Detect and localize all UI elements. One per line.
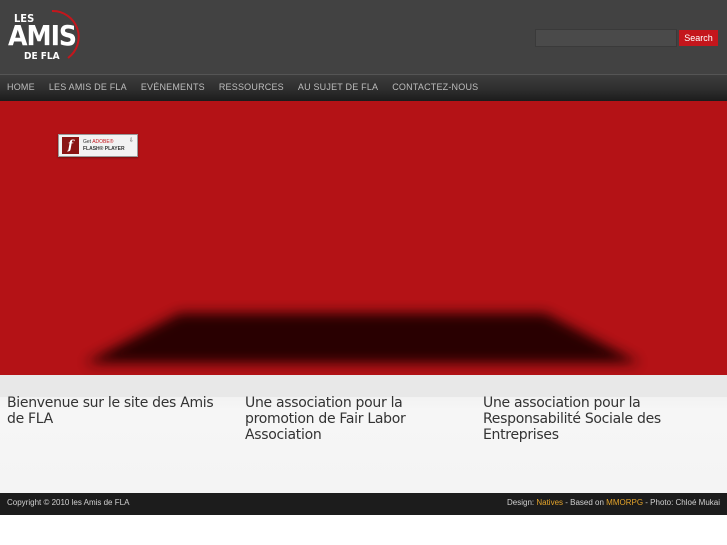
get-flash-player-badge[interactable]: f Get ADOBE® FLASH® PLAYER ⇩ [58, 134, 138, 157]
flash-badge-line1: Get ADOBE® [83, 139, 114, 145]
column-fair-labor: Une association pour la promotion de Fai… [245, 395, 406, 443]
footer-photo-credit: - Photo: Chloé Mukai [643, 498, 720, 507]
nav-item-home[interactable]: HOME [7, 82, 35, 92]
nav-item-contactez-nous[interactable]: CONTACTEZ-NOUS [392, 82, 478, 92]
main-nav: HOME LES AMIS DE FLA EVÉNEMENTS RESSOURC… [0, 74, 727, 101]
footer-natives-link[interactable]: Natives [536, 498, 563, 507]
site-footer: Copyright © 2010 les Amis de FLA Design:… [0, 493, 727, 515]
flash-badge-line2: FLASH® PLAYER [83, 146, 125, 152]
search-input[interactable] [535, 29, 677, 47]
nav-item-les-amis-de-fla[interactable]: LES AMIS DE FLA [49, 82, 127, 92]
hero-banner: f Get ADOBE® FLASH® PLAYER ⇩ [0, 101, 727, 375]
nav-item-evenements[interactable]: EVÉNEMENTS [141, 82, 205, 92]
footer-mmorpg-link[interactable]: MMORPG [606, 498, 643, 507]
footer-credits: Design: Natives - Based on MMORPG - Phot… [507, 498, 720, 507]
flash-logo-icon: f [62, 137, 79, 154]
column-welcome: Bienvenue sur le site des Amis de FLA [7, 395, 214, 427]
content-top-band [0, 375, 727, 397]
footer-copyright: Copyright © 2010 les Amis de FLA [7, 498, 130, 507]
site-header: LES AMIS DE FLA Search [0, 0, 727, 74]
search-button[interactable]: Search [679, 30, 718, 46]
nav-list: HOME LES AMIS DE FLA EVÉNEMENTS RESSOURC… [0, 75, 727, 101]
logo-de-fla: DE FLA [24, 51, 60, 62]
download-arrow-icon: ⇩ [129, 138, 135, 144]
logo-amis: AMIS [8, 19, 77, 52]
column-rse: Une association pour la Responsabilité S… [483, 395, 661, 443]
nav-item-au-sujet-de-fla[interactable]: AU SUJET DE FLA [298, 82, 378, 92]
content-columns: Bienvenue sur le site des Amis de FLA Un… [0, 375, 727, 493]
footer-based-label: - Based on [563, 498, 607, 507]
footer-design-label: Design: [506, 498, 537, 507]
site-logo[interactable]: LES AMIS DE FLA [8, 8, 88, 64]
nav-item-ressources[interactable]: RESSOURCES [219, 82, 284, 92]
